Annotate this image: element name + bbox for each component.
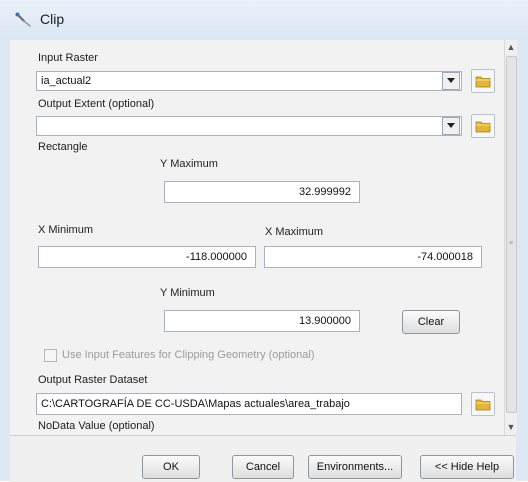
output-raster-browse-button[interactable] (471, 392, 495, 416)
folder-icon (475, 121, 491, 133)
x-minimum-label: X Minimum (38, 224, 94, 236)
output-raster-field[interactable]: C:\CARTOGRAFÍA DE CC-USDA\Mapas actuales… (36, 393, 462, 415)
x-maximum-label: X Maximum (265, 226, 324, 238)
nodata-label: NoData Value (optional) (38, 420, 155, 432)
rectangle-label: Rectangle (38, 141, 88, 153)
y-maximum-label: Y Maximum (160, 158, 218, 170)
use-input-features-checkbox[interactable] (44, 349, 57, 362)
scroll-down-icon[interactable]: ▼ (505, 420, 517, 434)
input-raster-dropdown[interactable] (442, 72, 460, 90)
x-maximum-field[interactable]: -74.000018 (264, 246, 482, 268)
folder-icon (475, 76, 491, 88)
ok-button[interactable]: OK (142, 455, 200, 479)
window-title: Clip (40, 11, 65, 27)
clip-dialog: Clip Input Raster ia_actual2 Output Exte… (0, 0, 528, 482)
use-input-features-label: Use Input Features for Clipping Geometry… (62, 349, 315, 361)
y-minimum-label: Y Minimum (160, 287, 215, 299)
clear-button[interactable]: Clear (402, 310, 460, 334)
output-raster-label: Output Raster Dataset (38, 374, 148, 386)
clip-tool-icon (14, 10, 34, 30)
scroll-thumb[interactable]: ≡ (506, 56, 517, 413)
hide-help-button[interactable]: << Hide Help (420, 455, 514, 479)
input-raster-browse-button[interactable] (471, 69, 495, 93)
title-bar: Clip (0, 0, 528, 41)
output-extent-label: Output Extent (optional) (38, 98, 155, 110)
x-minimum-field[interactable]: -118.000000 (38, 246, 256, 268)
scroll-up-icon[interactable]: ▲ (505, 40, 517, 54)
input-raster-field[interactable]: ia_actual2 (36, 71, 462, 91)
output-extent-browse-button[interactable] (471, 114, 495, 138)
chevron-down-icon (447, 123, 455, 128)
cancel-button[interactable]: Cancel (232, 455, 294, 479)
chevron-down-icon (447, 78, 455, 83)
folder-icon (475, 399, 491, 411)
vertical-scrollbar[interactable]: ▲ ≡ ▼ (504, 40, 517, 435)
right-frame (516, 40, 528, 481)
environments-button[interactable]: Environments... (308, 455, 402, 479)
output-extent-dropdown[interactable] (442, 117, 460, 135)
y-maximum-field[interactable]: 32.999992 (164, 181, 360, 203)
grip-icon: ≡ (509, 240, 514, 247)
input-raster-label: Input Raster (38, 52, 98, 64)
y-minimum-field[interactable]: 13.900000 (164, 310, 360, 332)
output-extent-field[interactable] (36, 116, 462, 136)
